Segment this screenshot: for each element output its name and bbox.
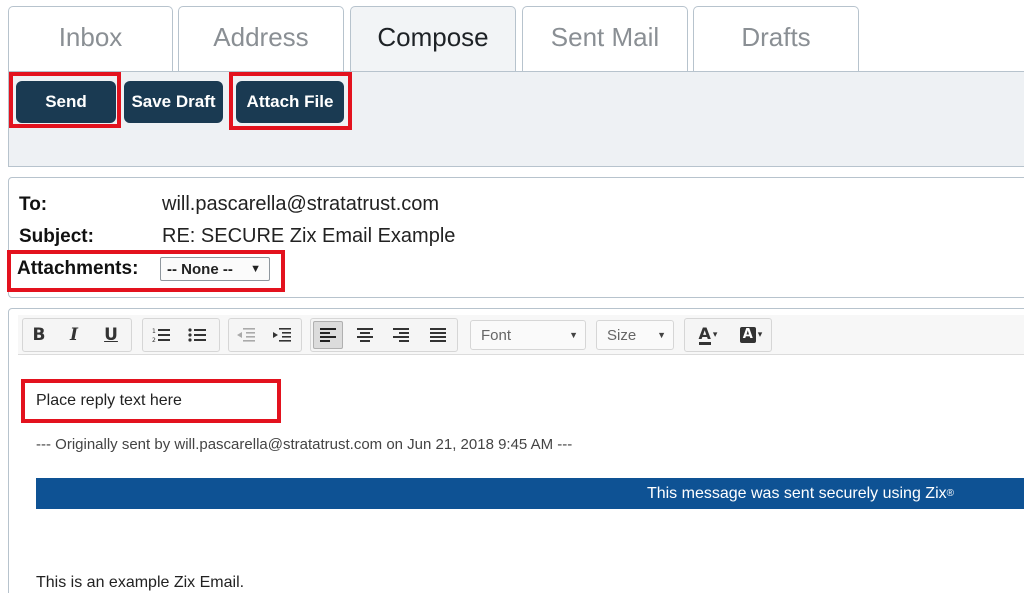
align-left-icon[interactable] <box>313 321 343 349</box>
text-color-icon[interactable]: A ▾ <box>690 321 726 349</box>
size-dropdown[interactable]: Size ▼ <box>596 320 674 350</box>
tab-inbox[interactable]: Inbox <box>8 6 173 72</box>
align-center-icon[interactable] <box>350 321 380 349</box>
background-color-glyph: A <box>739 327 756 343</box>
chevron-down-icon: ▼ <box>250 263 261 275</box>
underline-button[interactable]: U <box>96 321 126 349</box>
align-justify-icon[interactable] <box>423 321 453 349</box>
to-field[interactable]: will.pascarella@stratatrust.com <box>162 193 439 216</box>
chevron-down-icon: ▼ <box>657 330 666 340</box>
send-button[interactable]: Send <box>16 81 116 123</box>
align-right-icon[interactable] <box>386 321 416 349</box>
font-dropdown-label: Font <box>481 326 512 344</box>
save-draft-button[interactable]: Save Draft <box>124 81 223 123</box>
indent-icon[interactable] <box>267 321 297 349</box>
reply-text-area[interactable]: Place reply text here <box>36 392 182 410</box>
ordered-list-icon[interactable]: 1 2 <box>146 321 176 349</box>
registered-mark: ® <box>946 488 954 499</box>
banner-text: This message was sent securely using Zix <box>646 484 947 502</box>
compose-screen: Inbox Address Compose Sent Mail Drafts S… <box>0 0 1024 593</box>
tab-sent-mail[interactable]: Sent Mail <box>522 6 688 72</box>
original-message-header: --- Originally sent by will.pascarella@s… <box>36 436 573 453</box>
text-color-glyph: A <box>698 323 711 345</box>
attachments-select[interactable]: -- None -- ▼ <box>160 257 270 281</box>
font-dropdown[interactable]: Font ▼ <box>470 320 586 350</box>
unordered-list-icon[interactable] <box>182 321 212 349</box>
size-dropdown-label: Size <box>607 326 637 344</box>
chevron-down-icon: ▾ <box>712 330 718 340</box>
to-label: To: <box>19 194 48 215</box>
svg-text:2: 2 <box>152 337 156 343</box>
subject-label: Subject: <box>19 226 94 247</box>
tab-drafts[interactable]: Drafts <box>693 6 859 72</box>
message-body-line: This is an example Zix Email. <box>36 574 245 591</box>
background-color-icon[interactable]: A ▾ <box>733 321 769 349</box>
bold-button[interactable]: B <box>24 321 54 349</box>
tab-compose[interactable]: Compose <box>350 6 516 73</box>
outdent-icon[interactable] <box>231 321 261 349</box>
tab-address[interactable]: Address <box>178 6 344 72</box>
chevron-down-icon: ▼ <box>569 330 578 340</box>
zix-secure-banner: This message was sent securely using Zix… <box>36 478 1024 509</box>
subject-field[interactable]: RE: SECURE Zix Email Example <box>162 225 455 248</box>
attachments-label: Attachments: <box>17 258 139 279</box>
chevron-down-icon: ▾ <box>757 330 763 340</box>
attachments-selected-value: -- None -- <box>167 260 233 278</box>
svg-text:1: 1 <box>152 328 156 335</box>
attach-file-button[interactable]: Attach File <box>236 81 344 123</box>
italic-button[interactable]: I <box>59 321 89 349</box>
